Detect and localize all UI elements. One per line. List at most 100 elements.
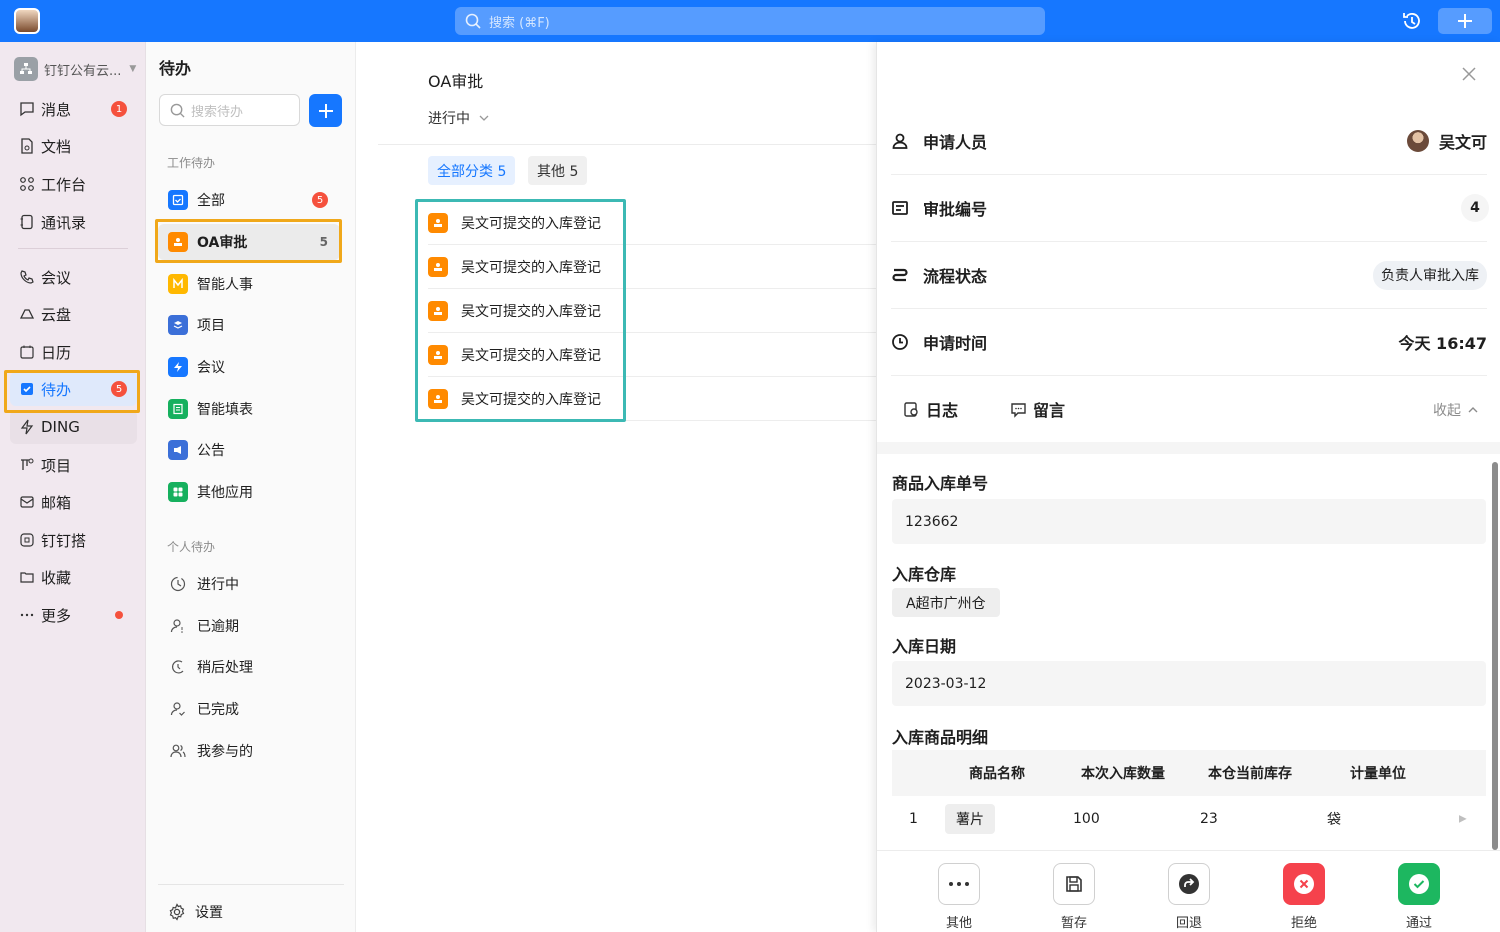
- save-draft-button[interactable]: 暂存: [1052, 863, 1096, 931]
- nav-cloud-drive[interactable]: 云盘: [10, 297, 137, 331]
- return-arrow-icon: [1168, 863, 1210, 905]
- current-stock: 23: [1200, 811, 1218, 827]
- chip-other[interactable]: 其他 5: [528, 156, 588, 185]
- tab-comment[interactable]: 留言: [1010, 397, 1065, 421]
- add-todo-button[interactable]: [309, 94, 342, 127]
- history-icon[interactable]: [1401, 10, 1423, 32]
- nav-project[interactable]: 项目: [10, 448, 137, 482]
- list-item[interactable]: 吴文可提交的入库登记: [428, 201, 878, 245]
- nav-label: 项目: [41, 456, 72, 475]
- column-header: 商品名称: [969, 766, 1025, 782]
- approve-label: 通过: [1405, 916, 1432, 931]
- nav-workbench[interactable]: 工作台: [10, 167, 137, 201]
- person-check-icon: [168, 701, 188, 717]
- nav-mail[interactable]: 邮箱: [10, 485, 137, 519]
- nav-calendar[interactable]: 日历: [10, 335, 137, 369]
- chevron-right-icon[interactable]: ▶: [1459, 814, 1467, 825]
- scrollbar[interactable]: [1492, 462, 1498, 850]
- plus-icon: [1458, 14, 1472, 28]
- org-name: 钉钉公有云...: [44, 63, 122, 79]
- apply-time-row: 申请时间 今天 16:47: [891, 309, 1487, 376]
- nav-more[interactable]: 更多: [10, 598, 137, 632]
- todo-category-label: 其他应用: [197, 485, 253, 501]
- table-row[interactable]: 1 薯片 100 23 袋 ▶: [892, 796, 1486, 842]
- nav-label: 工作台: [41, 175, 87, 194]
- project-icon: [168, 315, 188, 335]
- other-button[interactable]: 其他: [937, 863, 981, 931]
- todo-category-other-apps[interactable]: 其他应用: [158, 474, 340, 510]
- person-icon: [892, 133, 908, 149]
- inbound-date-label: 入库日期: [892, 637, 957, 656]
- nav-ding[interactable]: DING: [10, 410, 137, 444]
- collapse-label: 收起: [1433, 403, 1461, 419]
- global-search-input[interactable]: 搜索 (⌘F): [455, 7, 1045, 35]
- org-switcher[interactable]: 钉钉公有云... ▼: [14, 56, 136, 82]
- todo-category-meeting[interactable]: 会议: [158, 349, 340, 385]
- todo-category-label: 智能填表: [197, 402, 253, 418]
- list-divider: [378, 144, 878, 145]
- list-item[interactable]: 吴文可提交的入库登记: [428, 289, 878, 333]
- approve-button[interactable]: 通过: [1397, 863, 1441, 931]
- personal-item-label: 稍后处理: [197, 660, 253, 676]
- create-button[interactable]: [1438, 8, 1492, 34]
- personal-later[interactable]: 稍后处理: [158, 649, 340, 685]
- nav-messages[interactable]: 消息 1: [10, 92, 137, 126]
- nav-favorites[interactable]: 收藏: [10, 560, 137, 594]
- list-item-title: 吴文可提交的入库登记: [461, 303, 601, 320]
- nav-divider: [18, 248, 128, 249]
- nav-label: 收藏: [41, 568, 72, 587]
- todo-category-smart-form[interactable]: 智能填表: [158, 391, 340, 427]
- people-icon: [168, 743, 188, 759]
- nav-todo[interactable]: 待办 5: [10, 372, 137, 406]
- todo-category-all[interactable]: 全部 5: [158, 182, 340, 218]
- personal-participated[interactable]: 我参与的: [158, 733, 340, 769]
- list-item-title: 吴文可提交的入库登记: [461, 259, 601, 276]
- user-avatar[interactable]: [14, 8, 40, 34]
- approval-detail-panel: 申请人员 吴文可 审批编号 4 流程状态 负责人审批入库 申请时间 今天 16:…: [876, 42, 1500, 932]
- todo-search-input[interactable]: 搜索待办: [159, 94, 300, 126]
- nav-label: 云盘: [41, 305, 72, 324]
- nav-dingda[interactable]: 钉钉搭: [10, 523, 137, 557]
- warehouse-label: 入库仓库: [892, 565, 957, 584]
- personal-completed[interactable]: 已完成: [158, 691, 340, 727]
- mail-icon: [20, 496, 34, 508]
- return-button[interactable]: 回退: [1167, 863, 1211, 931]
- list-item[interactable]: 吴文可提交的入库登记: [428, 377, 878, 421]
- personal-in-progress[interactable]: 进行中: [158, 566, 340, 602]
- list-item[interactable]: 吴文可提交的入库登记: [428, 245, 878, 289]
- todo-category-oa-approval[interactable]: OA审批 5: [158, 224, 340, 260]
- org-icon: [14, 57, 38, 81]
- project-icon: [21, 458, 34, 470]
- chevron-down-icon: [479, 115, 489, 121]
- apps-icon: [168, 482, 188, 502]
- nav-label: DING: [41, 418, 80, 436]
- process-status-row: 流程状态 负责人审批入库: [891, 242, 1487, 309]
- todo-category-smart-hr[interactable]: 智能人事: [158, 266, 340, 302]
- personal-overdue[interactable]: 已逾期: [158, 608, 340, 644]
- close-icon[interactable]: [1461, 66, 1477, 82]
- nav-meeting[interactable]: 会议: [10, 260, 137, 294]
- todo-category-project[interactable]: 项目: [158, 307, 340, 343]
- log-icon: [904, 401, 918, 417]
- row-index: 1: [909, 811, 918, 827]
- approval-number-label: 审批编号: [923, 200, 988, 219]
- collapse-button[interactable]: 收起: [1433, 400, 1479, 420]
- nav-contacts[interactable]: 通讯录: [10, 205, 137, 239]
- chip-all-categories[interactable]: 全部分类 5: [428, 156, 516, 185]
- reject-button[interactable]: 拒绝: [1282, 863, 1326, 931]
- todo-category-announcement[interactable]: 公告: [158, 432, 340, 468]
- status-filter-dropdown[interactable]: 进行中: [428, 108, 490, 128]
- apply-time-label: 申请时间: [923, 334, 988, 353]
- todo-badge: 5: [111, 381, 127, 397]
- return-label: 回退: [1175, 916, 1202, 931]
- nav-docs[interactable]: 文档: [10, 129, 137, 163]
- tab-log[interactable]: 日志: [903, 397, 958, 421]
- settings-button[interactable]: 设置: [168, 902, 223, 922]
- megaphone-icon: [168, 440, 188, 460]
- list-item-title: 吴文可提交的入库登记: [461, 347, 601, 364]
- list-item[interactable]: 吴文可提交的入库登记: [428, 333, 878, 377]
- applicant-row: 申请人员 吴文可: [891, 108, 1487, 175]
- todo-count: 5: [319, 235, 328, 249]
- caret-down-icon: ▼: [129, 64, 137, 74]
- order-number-label: 商品入库单号: [892, 474, 989, 493]
